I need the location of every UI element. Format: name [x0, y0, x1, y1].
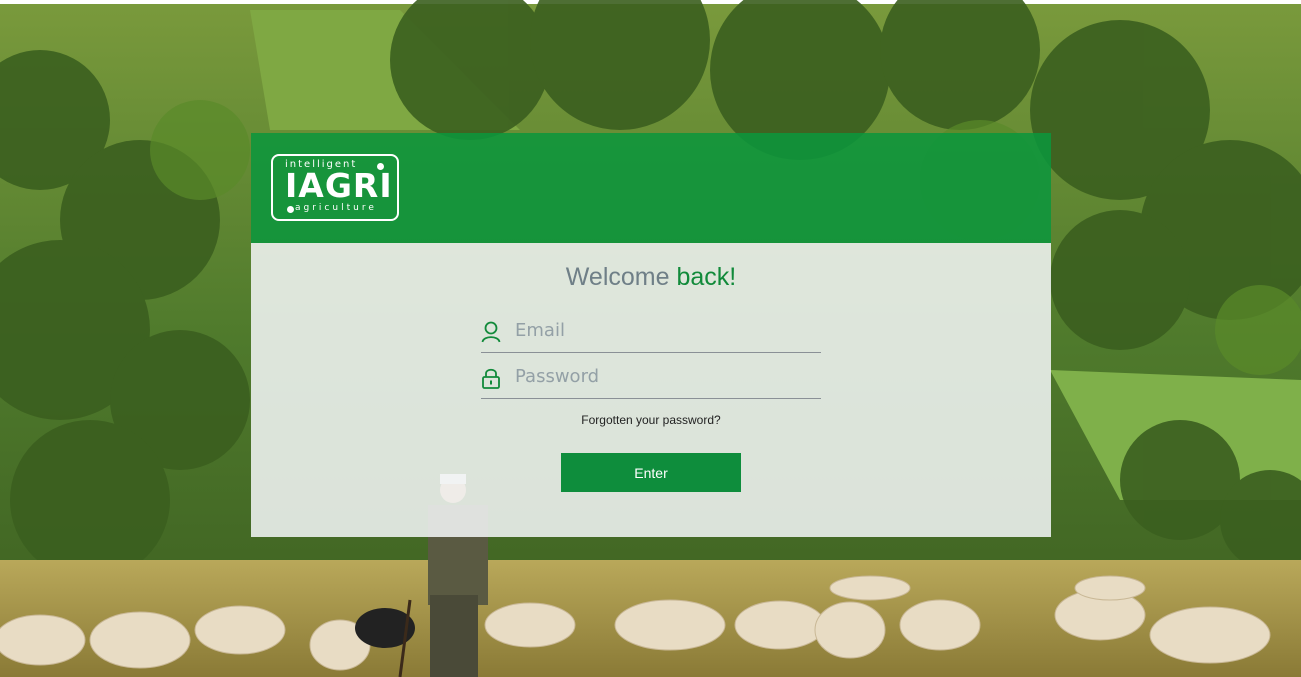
password-field: [481, 358, 821, 399]
enter-button[interactable]: Enter: [561, 453, 741, 492]
iagri-logo: intelligent IAGRI agriculture: [271, 154, 399, 221]
email-input[interactable]: [515, 316, 815, 344]
email-field: [481, 312, 821, 353]
password-input[interactable]: [515, 362, 815, 390]
welcome-accent: back!: [676, 263, 737, 291]
login-card-header: intelligent IAGRI agriculture: [251, 133, 1051, 243]
forgot-password-link[interactable]: Forgotten your password?: [251, 413, 1051, 427]
logo-wordmark: IAGRI: [285, 166, 393, 205]
lock-icon: [481, 367, 501, 389]
logo-tagline-bottom: agriculture: [295, 203, 377, 213]
welcome-prefix: Welcome: [565, 263, 677, 291]
logo-dot-icon: [287, 206, 294, 213]
user-icon: [481, 321, 501, 343]
login-card-body: Welcome back! Forgotten your password? E…: [251, 243, 1051, 537]
welcome-heading: Welcome back!: [251, 263, 1051, 292]
